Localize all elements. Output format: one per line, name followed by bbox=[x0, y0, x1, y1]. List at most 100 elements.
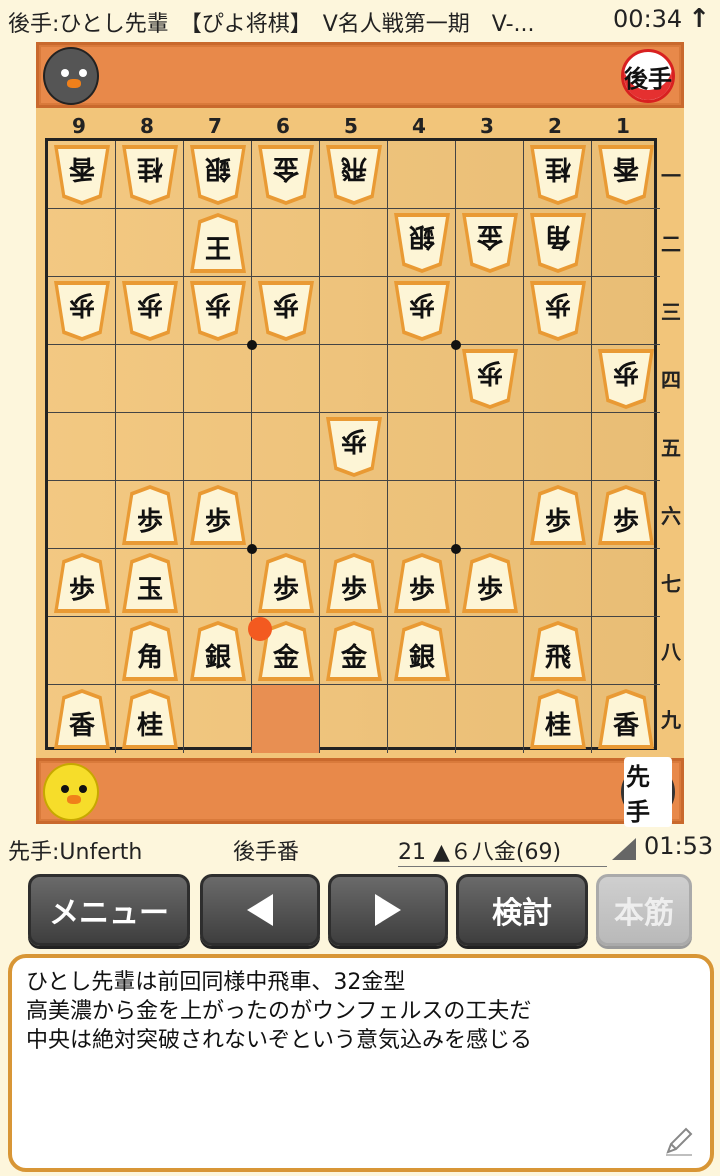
gote-piece[interactable]: 銀 bbox=[190, 145, 246, 205]
gote-piece[interactable]: 歩 bbox=[54, 281, 110, 341]
board-square[interactable] bbox=[116, 345, 184, 413]
pencil-icon[interactable] bbox=[662, 1124, 696, 1158]
board-square[interactable] bbox=[456, 141, 524, 209]
board-square[interactable] bbox=[388, 345, 456, 413]
sente-piece[interactable]: 飛 bbox=[530, 621, 586, 681]
sente-piece[interactable]: 玉 bbox=[122, 553, 178, 613]
board-square[interactable] bbox=[48, 209, 116, 277]
board-square[interactable] bbox=[48, 481, 116, 549]
gote-piece[interactable]: 歩 bbox=[462, 349, 518, 409]
piece-label: 歩 bbox=[340, 574, 367, 605]
sente-piece[interactable]: 金 bbox=[326, 621, 382, 681]
sente-piece[interactable]: 香 bbox=[54, 689, 110, 749]
sente-piece[interactable]: 歩 bbox=[54, 553, 110, 613]
board-square[interactable] bbox=[184, 685, 252, 753]
highlighted-square[interactable] bbox=[252, 685, 320, 753]
board-square[interactable] bbox=[252, 209, 320, 277]
board-square[interactable] bbox=[184, 413, 252, 481]
board-square[interactable] bbox=[320, 209, 388, 277]
honsuji-button-label: 本筋 bbox=[614, 896, 674, 931]
gote-piece[interactable]: 歩 bbox=[598, 349, 654, 409]
board-grid[interactable]: 香桂銀金飛桂香王銀金角歩歩歩歩歩歩歩歩歩歩歩歩歩歩玉歩歩歩歩角銀金金銀飛香桂桂香 bbox=[45, 138, 660, 753]
gote-piece[interactable]: 香 bbox=[598, 145, 654, 205]
board-square[interactable] bbox=[320, 481, 388, 549]
board-square[interactable] bbox=[388, 141, 456, 209]
board-square[interactable] bbox=[456, 481, 524, 549]
comment-box[interactable]: ひとし先輩は前回同様中飛車、32金型 高美濃から金を上がったのがウンフェルスの工… bbox=[8, 954, 714, 1172]
sente-piece[interactable]: 香 bbox=[598, 689, 654, 749]
board-square[interactable] bbox=[116, 209, 184, 277]
sente-piece[interactable]: 角 bbox=[122, 621, 178, 681]
board-square[interactable] bbox=[524, 549, 592, 617]
board-square[interactable] bbox=[184, 549, 252, 617]
gote-piece[interactable]: 角 bbox=[530, 213, 586, 273]
board-square[interactable] bbox=[456, 685, 524, 753]
sente-hand-area[interactable]: 先手 bbox=[36, 757, 684, 827]
gote-hand-area[interactable]: 後手 bbox=[36, 42, 684, 108]
board-square[interactable] bbox=[116, 413, 184, 481]
prev-move-button[interactable] bbox=[200, 874, 320, 946]
shogi-board: 987654321 一二三四五六七八九 香桂銀金飛桂香王銀金角歩歩歩歩歩歩歩歩歩… bbox=[36, 108, 684, 758]
board-square[interactable] bbox=[184, 345, 252, 413]
piece-label: 玉 bbox=[136, 574, 163, 605]
board-square[interactable] bbox=[592, 277, 660, 345]
gote-piece[interactable]: 桂 bbox=[122, 145, 178, 205]
gote-piece[interactable]: 歩 bbox=[190, 281, 246, 341]
gote-piece[interactable]: 香 bbox=[54, 145, 110, 205]
board-square[interactable] bbox=[456, 617, 524, 685]
gote-piece[interactable]: 桂 bbox=[530, 145, 586, 205]
gote-piece[interactable]: 歩 bbox=[394, 281, 450, 341]
board-square[interactable] bbox=[592, 413, 660, 481]
next-move-button[interactable] bbox=[328, 874, 448, 946]
sente-piece[interactable]: 歩 bbox=[598, 485, 654, 545]
gote-piece[interactable]: 歩 bbox=[530, 281, 586, 341]
board-square[interactable] bbox=[320, 685, 388, 753]
board-square[interactable] bbox=[388, 413, 456, 481]
board-square[interactable] bbox=[252, 481, 320, 549]
board-square[interactable] bbox=[524, 345, 592, 413]
sente-piece[interactable]: 歩 bbox=[462, 553, 518, 613]
gote-piece[interactable]: 歩 bbox=[258, 281, 314, 341]
gote-piece[interactable]: 金 bbox=[462, 213, 518, 273]
board-square[interactable] bbox=[48, 617, 116, 685]
gote-piece[interactable]: 金 bbox=[258, 145, 314, 205]
board-square[interactable] bbox=[592, 209, 660, 277]
board-square[interactable] bbox=[252, 413, 320, 481]
sente-piece[interactable]: 桂 bbox=[122, 689, 178, 749]
sente-piece[interactable]: 歩 bbox=[394, 553, 450, 613]
board-square[interactable] bbox=[388, 481, 456, 549]
sente-piece[interactable]: 歩 bbox=[530, 485, 586, 545]
comment-line: 中央は絶対突破されないぞという意気込みを感じる bbox=[26, 1028, 533, 1053]
board-square[interactable] bbox=[48, 345, 116, 413]
gote-piece[interactable]: 飛 bbox=[326, 145, 382, 205]
honsuji-button[interactable]: 本筋 bbox=[596, 874, 692, 946]
gote-piece[interactable]: 歩 bbox=[122, 281, 178, 341]
star-point bbox=[451, 340, 461, 350]
sente-piece[interactable]: 歩 bbox=[122, 485, 178, 545]
board-square[interactable] bbox=[524, 413, 592, 481]
piece-label: 香 bbox=[69, 153, 96, 184]
board-square[interactable] bbox=[388, 685, 456, 753]
board-square[interactable] bbox=[456, 413, 524, 481]
board-square[interactable] bbox=[252, 345, 320, 413]
board-square[interactable] bbox=[320, 345, 388, 413]
sente-piece[interactable]: 銀 bbox=[190, 621, 246, 681]
dropdown-corner-icon[interactable] bbox=[612, 838, 636, 860]
board-square[interactable] bbox=[592, 549, 660, 617]
sente-piece[interactable]: 歩 bbox=[258, 553, 314, 613]
sente-piece[interactable]: 銀 bbox=[394, 621, 450, 681]
board-square[interactable] bbox=[48, 413, 116, 481]
kento-button[interactable]: 検討 bbox=[456, 874, 588, 946]
sente-piece[interactable]: 歩 bbox=[190, 485, 246, 545]
piece-label: 桂 bbox=[136, 710, 163, 741]
menu-button[interactable]: メニュー bbox=[28, 874, 190, 946]
board-square[interactable] bbox=[592, 617, 660, 685]
gote-piece[interactable]: 銀 bbox=[394, 213, 450, 273]
gote-piece[interactable]: 歩 bbox=[326, 417, 382, 477]
move-selector[interactable]: 21 ▲６八金(69) bbox=[398, 834, 608, 867]
sente-piece[interactable]: 桂 bbox=[530, 689, 586, 749]
board-square[interactable] bbox=[456, 277, 524, 345]
board-square[interactable] bbox=[320, 277, 388, 345]
sente-piece[interactable]: 歩 bbox=[326, 553, 382, 613]
sente-piece[interactable]: 王 bbox=[190, 213, 246, 273]
